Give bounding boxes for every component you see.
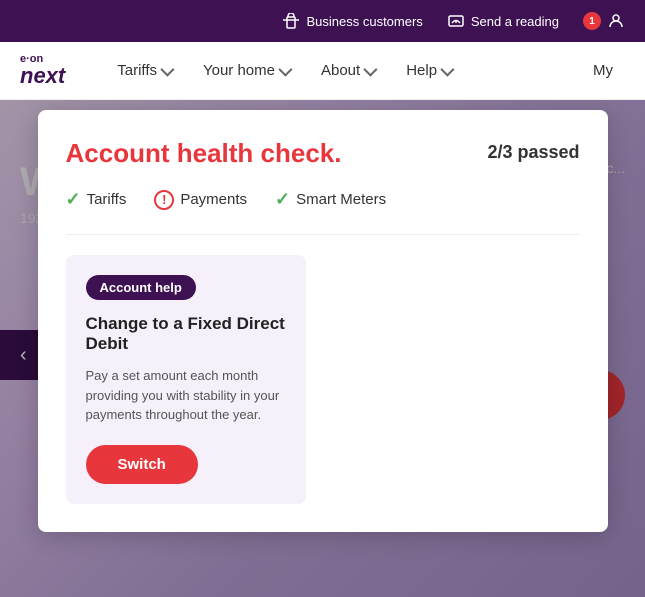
- card-description: Pay a set amount each month providing yo…: [86, 366, 286, 425]
- modal-overlay: Account health check. 2/3 passed ✓ Tarif…: [0, 100, 645, 597]
- logo-next: next: [20, 65, 65, 87]
- nav-item-my[interactable]: My: [581, 42, 625, 100]
- send-reading-label: Send a reading: [471, 14, 559, 29]
- check-tariffs-label: Tariffs: [87, 191, 127, 208]
- check-payments: ! Payments: [154, 190, 247, 210]
- modal-score: 2/3 passed: [487, 142, 579, 163]
- business-customers-link[interactable]: Business customers: [282, 12, 422, 30]
- user-icon: [607, 12, 625, 30]
- switch-button[interactable]: Switch: [86, 445, 198, 484]
- nav-item-tariffs[interactable]: Tariffs: [105, 42, 183, 100]
- meter-icon: [447, 12, 465, 30]
- help-chevron-icon: [440, 62, 454, 76]
- about-chevron-icon: [364, 62, 378, 76]
- page-background: W... 192 G... Ac... ‹ t paym... payme...…: [0, 100, 645, 597]
- notifications-link[interactable]: 1: [583, 12, 625, 30]
- nav-item-help[interactable]: Help: [394, 42, 463, 100]
- checks-row: ✓ Tariffs ! Payments ✓ Smart Meters: [66, 189, 580, 210]
- check-smart-meters-label: Smart Meters: [296, 191, 386, 208]
- top-bar: Business customers Send a reading 1: [0, 0, 645, 42]
- modal-divider: [66, 234, 580, 235]
- check-tariffs-icon: ✓: [66, 189, 81, 210]
- nav-about-label: About: [321, 62, 360, 79]
- briefcase-icon: [282, 12, 300, 30]
- nav-items: Tariffs Your home About Help My: [105, 42, 625, 100]
- business-customers-label: Business customers: [306, 14, 422, 29]
- nav-item-about[interactable]: About: [309, 42, 386, 100]
- check-payments-label: Payments: [180, 191, 247, 208]
- check-payments-icon: !: [154, 190, 174, 210]
- card-title: Change to a Fixed Direct Debit: [86, 314, 286, 354]
- your-home-chevron-icon: [278, 62, 292, 76]
- check-smart-meters: ✓ Smart Meters: [275, 189, 386, 210]
- check-tariffs: ✓ Tariffs: [66, 189, 127, 210]
- card-badge: Account help: [86, 275, 196, 300]
- nav-your-home-label: Your home: [203, 62, 275, 79]
- send-reading-link[interactable]: Send a reading: [447, 12, 559, 30]
- nav-bar: e·on next Tariffs Your home About Help M…: [0, 42, 645, 100]
- tariffs-chevron-icon: [160, 62, 174, 76]
- check-smart-meters-icon: ✓: [275, 189, 290, 210]
- account-health-modal: Account health check. 2/3 passed ✓ Tarif…: [38, 110, 608, 532]
- nav-tariffs-label: Tariffs: [117, 62, 157, 79]
- nav-item-your-home[interactable]: Your home: [191, 42, 301, 100]
- nav-help-label: Help: [406, 62, 437, 79]
- modal-title: Account health check.: [66, 138, 342, 169]
- logo[interactable]: e·on next: [20, 54, 65, 87]
- account-help-card: Account help Change to a Fixed Direct De…: [66, 255, 306, 504]
- modal-header: Account health check. 2/3 passed: [66, 138, 580, 169]
- notification-badge: 1: [583, 12, 601, 30]
- nav-my-label: My: [593, 62, 613, 79]
